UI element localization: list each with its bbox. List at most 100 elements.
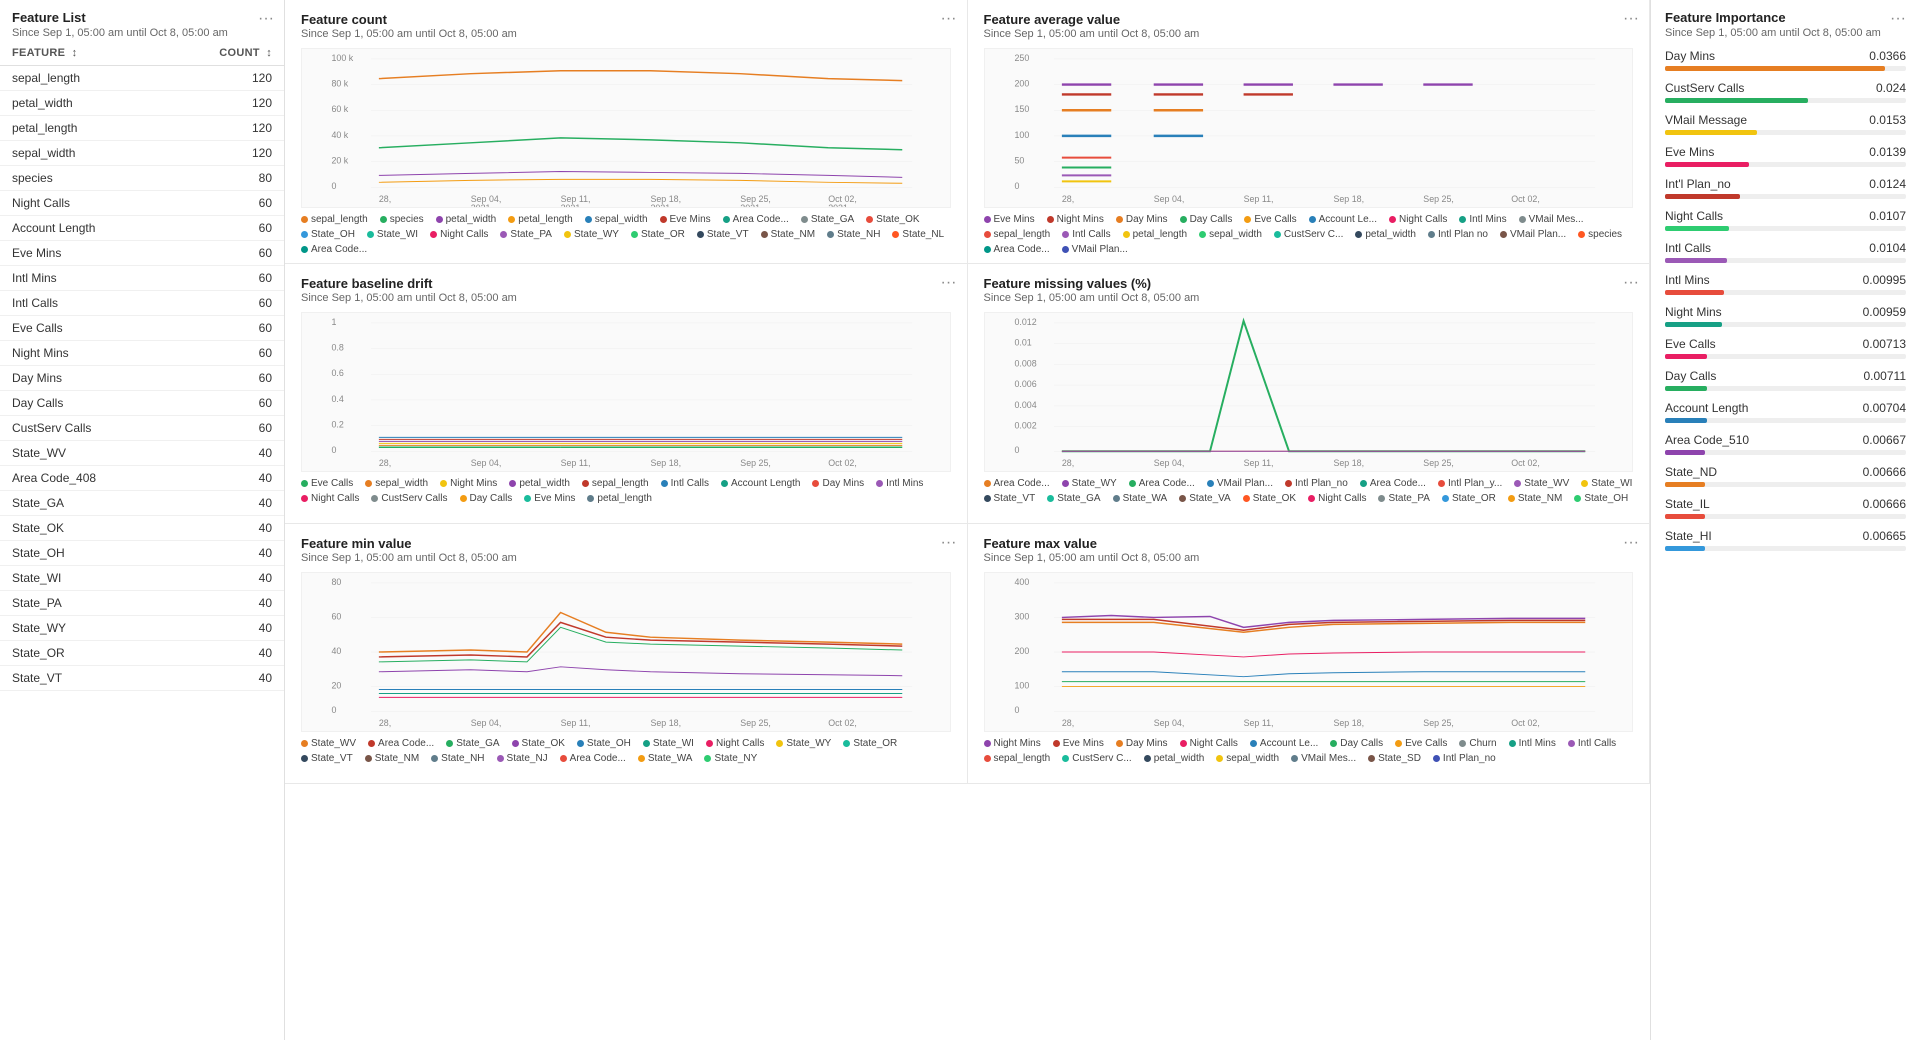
- feature-row[interactable]: sepal_length 120: [0, 66, 284, 91]
- legend-label: Night Calls: [440, 229, 488, 240]
- legend-color-dot: [1428, 231, 1435, 238]
- legend-label: State_WI: [377, 229, 418, 240]
- legend-label: CustServ C...: [1072, 753, 1131, 764]
- importance-label-row: State_ND 0.00666: [1665, 465, 1906, 479]
- feature-row[interactable]: State_WY 40: [0, 616, 284, 641]
- feature-count-value: 60: [212, 371, 272, 385]
- legend-label: Intl Mins: [1469, 214, 1506, 225]
- legend-item: State_OK: [512, 738, 565, 749]
- feature-min-menu-icon[interactable]: ···: [941, 534, 957, 552]
- feature-row[interactable]: Account Length 60: [0, 216, 284, 241]
- feature-count-menu-icon[interactable]: ···: [941, 10, 957, 28]
- legend-color-dot: [984, 216, 991, 223]
- feature-row[interactable]: State_WI 40: [0, 566, 284, 591]
- importance-row: Night Calls 0.0107: [1665, 209, 1906, 231]
- legend-color-dot: [500, 231, 507, 238]
- feature-list-header: Feature List Since Sep 1, 05:00 am until…: [0, 0, 284, 41]
- importance-bar-background: [1665, 290, 1906, 295]
- svg-text:28,: 28,: [379, 718, 391, 728]
- legend-item: State_WV: [301, 738, 356, 749]
- feature-sort-icon[interactable]: ↕: [72, 47, 78, 59]
- svg-text:0.012: 0.012: [1014, 317, 1036, 327]
- svg-text:Sep 04,: Sep 04,: [1153, 458, 1184, 468]
- feature-row[interactable]: Eve Mins 60: [0, 241, 284, 266]
- feature-row[interactable]: Eve Calls 60: [0, 316, 284, 341]
- legend-label: Churn: [1469, 738, 1496, 749]
- legend-color-dot: [440, 480, 447, 487]
- svg-text:Sep 04,: Sep 04,: [471, 458, 502, 468]
- legend-item: State_NM: [761, 229, 815, 240]
- legend-item: State_OK: [1243, 493, 1296, 504]
- feature-drift-chart-area: 1 0.8 0.6 0.4 0.2 0: [301, 312, 951, 472]
- legend-label: species: [390, 214, 424, 225]
- feature-row[interactable]: State_PA 40: [0, 591, 284, 616]
- feature-row[interactable]: State_WV 40: [0, 441, 284, 466]
- feature-max-menu-icon[interactable]: ···: [1623, 534, 1639, 552]
- legend-label: Area Code...: [311, 244, 367, 255]
- importance-menu-icon[interactable]: ···: [1890, 10, 1906, 28]
- legend-color-dot: [1274, 231, 1281, 238]
- importance-bar-fill: [1665, 226, 1729, 231]
- feature-row[interactable]: petal_width 120: [0, 91, 284, 116]
- svg-text:Sep 18,: Sep 18,: [1333, 458, 1364, 468]
- importance-bar-background: [1665, 322, 1906, 327]
- feature-avg-chart-area: 250 200 150 100 50 0: [984, 48, 1634, 208]
- feature-row[interactable]: Area Code_408 40: [0, 466, 284, 491]
- legend-item: State_OR: [1442, 493, 1496, 504]
- legend-item: VMail Plan...: [1500, 229, 1566, 240]
- legend-label: petal_length: [1133, 229, 1188, 240]
- feature-row[interactable]: State_OK 40: [0, 516, 284, 541]
- legend-item: State_NY: [704, 753, 757, 764]
- legend-color-dot: [984, 495, 991, 502]
- feature-row[interactable]: Night Mins 60: [0, 341, 284, 366]
- feature-count-value: 60: [212, 221, 272, 235]
- svg-text:200: 200: [1014, 79, 1029, 89]
- legend-item: Night Calls: [430, 229, 488, 240]
- legend-item: State_OH: [1574, 493, 1628, 504]
- importance-bar-fill: [1665, 546, 1705, 551]
- feature-row[interactable]: petal_length 120: [0, 116, 284, 141]
- feature-row[interactable]: sepal_width 120: [0, 141, 284, 166]
- feature-row[interactable]: Day Calls 60: [0, 391, 284, 416]
- svg-text:200: 200: [1014, 646, 1029, 656]
- importance-feature-value: 0.0366: [1869, 49, 1906, 63]
- feature-avg-menu-icon[interactable]: ···: [1623, 10, 1639, 28]
- feature-row[interactable]: Intl Mins 60: [0, 266, 284, 291]
- svg-text:100 k: 100 k: [331, 53, 353, 63]
- legend-item: Eve Calls: [1244, 214, 1296, 225]
- legend-item: State_WI: [643, 738, 694, 749]
- feature-drift-menu-icon[interactable]: ···: [941, 274, 957, 292]
- importance-label-row: Eve Calls 0.00713: [1665, 337, 1906, 351]
- importance-row: Day Mins 0.0366: [1665, 49, 1906, 71]
- feature-row[interactable]: CustServ Calls 60: [0, 416, 284, 441]
- count-sort-icon[interactable]: ↕: [266, 47, 272, 59]
- feature-row[interactable]: State_GA 40: [0, 491, 284, 516]
- feature-row[interactable]: Night Calls 60: [0, 191, 284, 216]
- feature-missing-menu-icon[interactable]: ···: [1623, 274, 1639, 292]
- legend-color-dot: [430, 231, 437, 238]
- importance-feature-name: Day Mins: [1665, 49, 1715, 63]
- importance-feature-name: Area Code_510: [1665, 433, 1749, 447]
- legend-color-dot: [984, 740, 991, 747]
- importance-bar-background: [1665, 546, 1906, 551]
- feature-row[interactable]: Intl Calls 60: [0, 291, 284, 316]
- legend-label: VMail Mes...: [1529, 214, 1584, 225]
- legend-label: Day Mins: [822, 478, 864, 489]
- feature-row[interactable]: State_VT 40: [0, 666, 284, 691]
- importance-bar-background: [1665, 130, 1906, 135]
- legend-label: petal_width: [519, 478, 570, 489]
- feature-row[interactable]: Day Mins 60: [0, 366, 284, 391]
- legend-item: CustServ C...: [1062, 753, 1131, 764]
- feature-row[interactable]: State_OR 40: [0, 641, 284, 666]
- feature-list-menu-icon[interactable]: ···: [258, 10, 274, 28]
- legend-color-dot: [1123, 231, 1130, 238]
- legend-color-dot: [508, 216, 515, 223]
- svg-text:0: 0: [1014, 445, 1019, 455]
- svg-text:2021: 2021: [828, 203, 848, 207]
- feature-row[interactable]: species 80: [0, 166, 284, 191]
- importance-label-row: Eve Mins 0.0139: [1665, 145, 1906, 159]
- feature-row[interactable]: State_OH 40: [0, 541, 284, 566]
- feature-list-panel: Feature List Since Sep 1, 05:00 am until…: [0, 0, 285, 1040]
- legend-label: State_OH: [587, 738, 631, 749]
- feature-name: Eve Mins: [12, 246, 212, 260]
